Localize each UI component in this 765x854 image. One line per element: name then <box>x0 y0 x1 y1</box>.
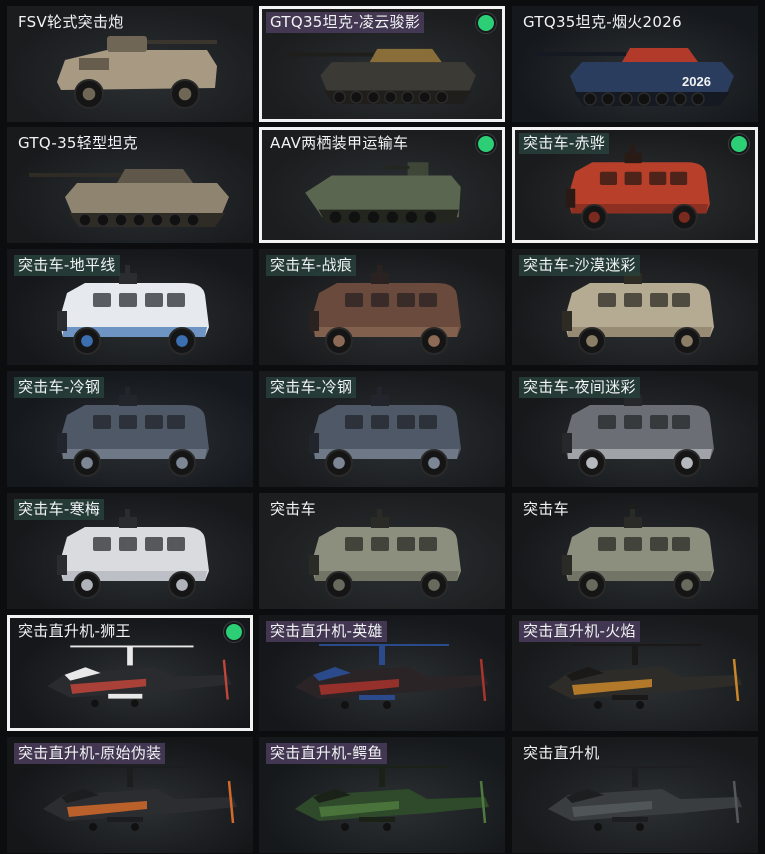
vehicle-skin-card[interactable]: 突击车-地平线 <box>7 249 253 365</box>
vehicle-skin-grid: FSV轮式突击炮 GTQ35坦克-凌云骏影 2026 GTQ35坦克-烟火2026 GT… <box>0 0 765 854</box>
vehicle-skin-name: GTQ35坦克-烟火2026 <box>523 13 682 31</box>
vehicle-skin-name: 突击直升机-英雄 <box>266 621 387 642</box>
vehicle-skin-card[interactable]: 突击直升机-原始伪装 <box>7 737 253 853</box>
owned-status-dot-icon <box>729 134 749 154</box>
vehicle-skin-card[interactable]: 突击直升机-火焰 <box>512 615 758 731</box>
vehicle-skin-name: 突击车 <box>270 500 316 518</box>
vehicle-skin-card[interactable]: 突击车 <box>259 493 505 609</box>
owned-status-dot-icon <box>476 13 496 33</box>
vehicle-skin-card[interactable]: 突击直升机 <box>512 737 758 853</box>
vehicle-skin-card[interactable]: GTQ35坦克-凌云骏影 <box>259 6 505 122</box>
vehicle-skin-name: 突击直升机-火焰 <box>519 621 640 642</box>
vehicle-skin-card[interactable]: 突击直升机-鳄鱼 <box>259 737 505 853</box>
vehicle-skin-card[interactable]: 突击车-冷钢 <box>259 371 505 487</box>
vehicle-skin-name: GTQ-35轻型坦克 <box>18 134 138 152</box>
vehicle-skin-name: FSV轮式突击炮 <box>18 13 124 31</box>
vehicle-skin-card[interactable]: 突击车-夜间迷彩 <box>512 371 758 487</box>
vehicle-skin-card[interactable]: 突击直升机-狮王 <box>7 615 253 731</box>
vehicle-skin-name: 突击车-赤骅 <box>519 133 610 154</box>
vehicle-skin-card[interactable]: 突击车-沙漠迷彩 <box>512 249 758 365</box>
vehicle-skin-card[interactable]: FSV轮式突击炮 <box>7 6 253 122</box>
owned-status-dot-icon <box>224 622 244 642</box>
vehicle-skin-card[interactable]: 突击直升机-英雄 <box>259 615 505 731</box>
vehicle-skin-card[interactable]: 突击车-赤骅 <box>512 127 758 243</box>
vehicle-skin-card[interactable]: 突击车 <box>512 493 758 609</box>
vehicle-skin-name: 突击车 <box>523 500 569 518</box>
vehicle-skin-card[interactable]: 突击车-冷钢 <box>7 371 253 487</box>
vehicle-skin-name: 突击车-夜间迷彩 <box>519 377 640 398</box>
vehicle-skin-name: AAV两栖装甲运输车 <box>270 134 409 152</box>
vehicle-skin-name: 突击车-冷钢 <box>266 377 357 398</box>
vehicle-skin-card[interactable]: 突击车-寒梅 <box>7 493 253 609</box>
svg-text:2026: 2026 <box>682 74 711 89</box>
vehicle-skin-card[interactable]: 突击车-战痕 <box>259 249 505 365</box>
vehicle-skin-name: 突击直升机-原始伪装 <box>14 743 166 764</box>
vehicle-skin-name: 突击车-地平线 <box>14 255 120 276</box>
vehicle-skin-name: 突击直升机-鳄鱼 <box>266 743 387 764</box>
vehicle-skin-name: GTQ35坦克-凌云骏影 <box>266 12 425 33</box>
vehicle-skin-name: 突击直升机-狮王 <box>18 622 131 640</box>
vehicle-skin-name: 突击车-战痕 <box>266 255 357 276</box>
vehicle-skin-name: 突击直升机 <box>523 744 600 762</box>
vehicle-skin-card[interactable]: GTQ-35轻型坦克 <box>7 127 253 243</box>
vehicle-skin-name: 突击车-沙漠迷彩 <box>519 255 640 276</box>
vehicle-skin-name: 突击车-寒梅 <box>14 499 105 520</box>
vehicle-skin-name: 突击车-冷钢 <box>14 377 105 398</box>
vehicle-skin-card[interactable]: 2026 GTQ35坦克-烟火2026 <box>512 6 758 122</box>
owned-status-dot-icon <box>476 134 496 154</box>
vehicle-skin-card[interactable]: AAV两栖装甲运输车 <box>259 127 505 243</box>
